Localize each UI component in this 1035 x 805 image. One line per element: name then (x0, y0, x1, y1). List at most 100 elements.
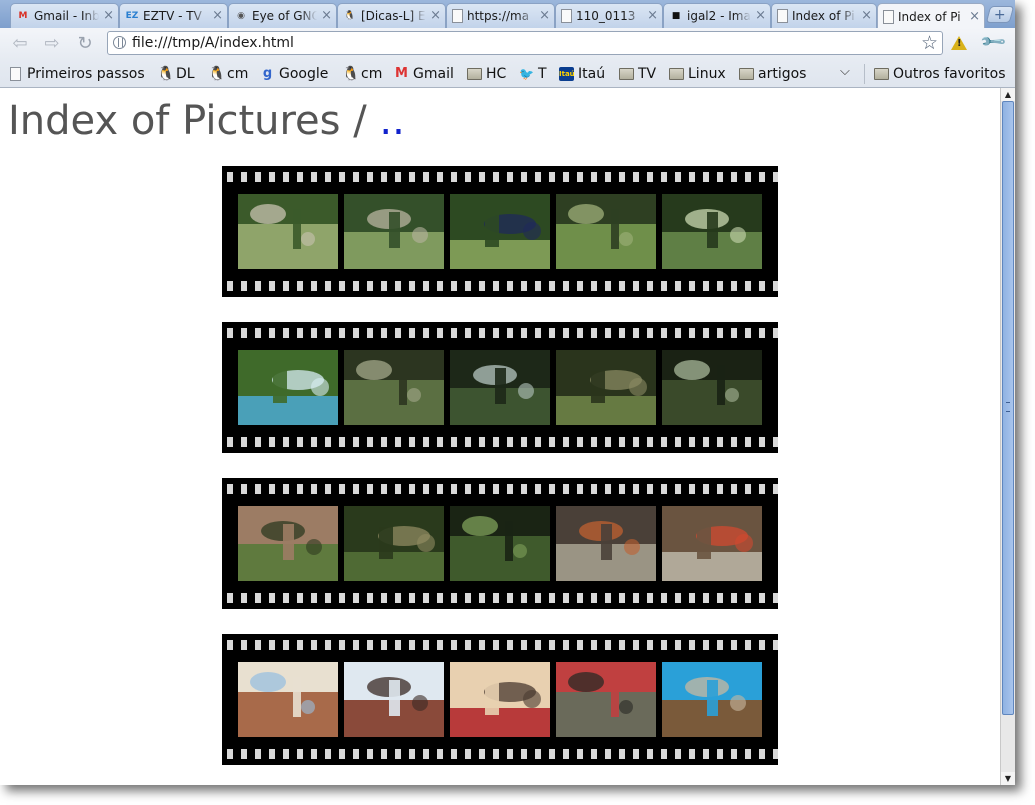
photo-thumbnail-forest-path[interactable] (344, 350, 444, 425)
new-tab-button[interactable]: + (985, 6, 1015, 23)
thumbnail-image (344, 662, 444, 737)
chevron-down-icon[interactable]: ⌵ (840, 64, 850, 79)
film-perforations (222, 483, 778, 496)
bookmark-label: Primeiros passos (27, 66, 145, 82)
scroll-down-arrow-icon[interactable]: ▼ (1001, 772, 1015, 785)
bookmark-8[interactable]: 🐦 T (519, 65, 547, 83)
bookmark-label: Gmail (413, 66, 454, 82)
tab-6[interactable]: 110_0113 × (555, 3, 663, 28)
tab-3[interactable]: ◉ Eye of GNOME × (228, 3, 337, 28)
bookmark-4[interactable]: g Google (260, 65, 329, 83)
parent-directory-link[interactable]: .. (379, 98, 404, 144)
tux-icon: 🐧 (157, 66, 175, 82)
folder-icon (619, 68, 634, 80)
bookmark-2[interactable]: 🐧 DL (157, 65, 195, 83)
tux-icon: 🐧 (208, 66, 226, 82)
thumbnail-image (662, 506, 762, 581)
photo-thumbnail-dark-forest[interactable] (662, 350, 762, 425)
photo-thumbnail-forest-clearing[interactable] (556, 194, 656, 269)
photo-thumbnail-couple-on-bench[interactable] (662, 506, 762, 581)
bookmark-11[interactable]: Linux (669, 65, 726, 83)
photo-thumbnail-house[interactable] (238, 662, 338, 737)
close-icon[interactable]: × (430, 9, 441, 23)
tab-2[interactable]: EZ EZTV - TV × (119, 3, 228, 28)
filmstrip-1 (222, 166, 778, 297)
photo-thumbnail-creek-in-forest[interactable] (556, 350, 656, 425)
bookmark-6[interactable]: M Gmail (394, 65, 454, 83)
thumbnail-image (662, 662, 762, 737)
close-icon[interactable]: × (969, 9, 980, 24)
close-icon[interactable]: × (321, 9, 332, 23)
url-input[interactable] (132, 34, 912, 52)
close-icon[interactable]: × (212, 9, 223, 23)
bookmark-5[interactable]: 🐧 cm (342, 65, 382, 83)
thumbnail-image (450, 194, 550, 269)
photo-thumbnail-people-at-fence[interactable] (344, 194, 444, 269)
thumbnail-image (662, 350, 762, 425)
thumbnail-image (556, 506, 656, 581)
omnibox[interactable]: ☆ (107, 31, 943, 55)
close-icon[interactable]: × (539, 9, 550, 23)
itau-icon: Itaú (559, 67, 575, 81)
warning-icon[interactable] (951, 36, 967, 50)
photo-thumbnail-stream[interactable] (450, 350, 550, 425)
photo-thumbnail-people-at-fence[interactable] (238, 194, 338, 269)
photo-thumbnail-person-on-grass[interactable] (450, 194, 550, 269)
bookmark-12[interactable]: artigos (739, 65, 806, 83)
tab-7[interactable]: ■ igal2 - Ima × (663, 3, 771, 28)
close-icon[interactable]: × (755, 9, 766, 23)
thumbnail-image (556, 350, 656, 425)
reload-icon[interactable]: ↻ (74, 34, 96, 54)
photo-thumbnail-boy-on-bench[interactable] (662, 662, 762, 737)
tab-9[interactable]: Index of Pi × (877, 3, 985, 29)
wrench-icon[interactable]: 🔧 (979, 27, 1008, 56)
google-icon: g (262, 66, 273, 81)
tux-icon: 🐧 (342, 66, 360, 82)
thumbnail-image (344, 350, 444, 425)
tab-title: EZTV - TV (143, 9, 202, 23)
photo-thumbnail-couple-in-forest[interactable] (662, 194, 762, 269)
close-icon[interactable]: × (103, 9, 114, 23)
photo-thumbnail-stream-vegetation[interactable] (344, 506, 444, 581)
tab-1[interactable]: M Gmail - Inbox× (10, 3, 119, 28)
photo-thumbnail-shop-front[interactable] (450, 662, 550, 737)
photo-thumbnail-treetops-sky[interactable] (238, 350, 338, 425)
bookmark-label: Itaú (578, 66, 606, 82)
close-icon[interactable]: × (861, 9, 872, 23)
page-icon (452, 9, 463, 23)
photo-thumbnail-flower-planter[interactable] (556, 662, 656, 737)
image-icon: ■ (671, 11, 681, 21)
photo-thumbnail-garden-path[interactable] (238, 506, 338, 581)
tab-8[interactable]: Index of Pi × (771, 3, 877, 28)
eztv-icon: EZ (125, 11, 139, 21)
bookmark-label: cm (227, 66, 249, 82)
bookmark-7[interactable]: HC (467, 65, 506, 83)
star-icon[interactable]: ☆ (921, 32, 938, 54)
close-icon[interactable]: × (647, 9, 658, 23)
bookmark-9[interactable]: Itaú Itaú (559, 65, 605, 83)
scroll-up-arrow-icon[interactable]: ▲ (1001, 88, 1015, 101)
bookmark-label: TV (638, 66, 657, 82)
tab-5[interactable]: https://ma × (446, 3, 555, 28)
film-perforations (222, 592, 778, 605)
bookmark-other[interactable]: Outros favoritos (874, 65, 1006, 83)
filmstrip-4 (222, 634, 778, 765)
page-icon (883, 9, 894, 24)
forward-arrow-icon[interactable]: ⇨ (41, 34, 63, 54)
thumbnail-image (238, 506, 338, 581)
film-perforations (222, 327, 778, 340)
photo-thumbnail-rooftop[interactable] (344, 662, 444, 737)
photo-thumbnail-shaded-lawn[interactable] (450, 506, 550, 581)
tab-4[interactable]: 🐧 [Dicas-L] E × (337, 3, 446, 28)
back-arrow-icon[interactable]: ⇦ (9, 34, 31, 54)
bookmark-label: T (538, 66, 547, 82)
photo-thumbnail-street-bench[interactable] (556, 506, 656, 581)
scrollbar-thumb[interactable] (1002, 101, 1014, 715)
tab-title: Index of Pi (792, 9, 855, 23)
vertical-scrollbar[interactable]: ▲ ▼ (1000, 88, 1015, 785)
bookmark-3[interactable]: 🐧 cm (208, 65, 248, 83)
bookmark-1[interactable]: Primeiros passos (8, 65, 145, 83)
film-perforations (222, 280, 778, 293)
tab-title: Index of Pi (898, 9, 961, 24)
bookmark-10[interactable]: TV (619, 65, 656, 83)
